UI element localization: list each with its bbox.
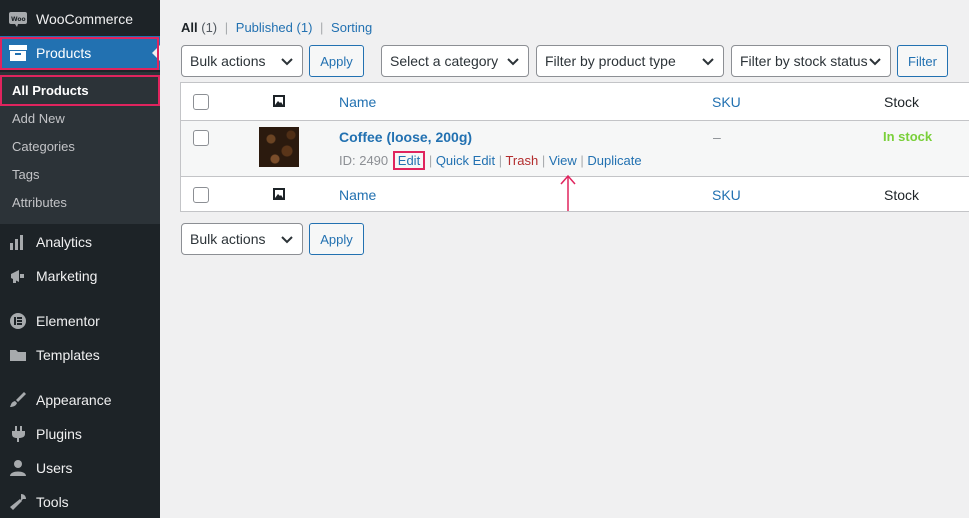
product-title-link[interactable]: Coffee (loose, 200g) — [339, 129, 472, 145]
stock-status-select[interactable]: Filter by stock status — [731, 45, 891, 77]
user-icon — [0, 459, 36, 477]
row-checkbox[interactable] — [193, 130, 209, 146]
view-sorting[interactable]: Sorting — [331, 20, 372, 35]
admin-sidebar: Woo WooCommerce Products All Products Ad… — [0, 0, 160, 518]
menu-woocommerce[interactable]: Woo WooCommerce — [0, 2, 160, 36]
product-id: ID: 2490 — [339, 153, 389, 168]
pointer-arrow-icon — [560, 174, 576, 211]
menu-appearance[interactable]: Appearance — [0, 383, 160, 417]
column-sku-sort[interactable]: SKU — [712, 94, 741, 110]
svg-text:Woo: Woo — [11, 16, 26, 23]
wrench-icon — [0, 493, 36, 511]
stock-status-badge: In stock — [883, 129, 933, 144]
table-header-row: Name SKU Stock — [181, 83, 969, 121]
elementor-icon — [0, 312, 36, 330]
category-select[interactable]: Select a category — [381, 45, 529, 77]
duplicate-link[interactable]: Duplicate — [587, 153, 641, 168]
product-thumbnail[interactable] — [259, 127, 299, 167]
separator: | — [224, 20, 229, 35]
chevron-down-icon — [702, 58, 714, 66]
row-actions: ID: 2490 Edit | Quick Edit | Trash | Vie… — [339, 151, 642, 170]
separator: | — [541, 153, 549, 168]
bulk-actions-select-bottom[interactable]: Bulk actions — [181, 223, 303, 255]
menu-marketing[interactable]: Marketing — [0, 259, 160, 293]
edit-link[interactable]: Edit — [392, 151, 426, 170]
submenu-attributes[interactable]: Attributes — [12, 195, 67, 210]
category-select-value: Select a category — [390, 53, 499, 69]
chevron-down-icon — [281, 236, 293, 244]
separator: | — [320, 20, 324, 35]
bulk-actions-select-top[interactable]: Bulk actions — [181, 45, 303, 77]
bar-chart-icon — [0, 234, 36, 250]
status-views: All (1) | Published (1) | Sorting — [181, 20, 372, 35]
main-content: All (1) | Published (1) | Sorting Bulk a… — [160, 0, 969, 518]
image-icon — [273, 188, 285, 200]
menu-elementor[interactable]: Elementor — [0, 304, 160, 338]
trash-link[interactable]: Trash — [505, 153, 538, 168]
menu-label: Elementor — [36, 313, 100, 329]
chevron-down-icon — [869, 58, 881, 66]
bulk-actions-value: Bulk actions — [190, 53, 266, 69]
column-sku-sort-footer[interactable]: SKU — [712, 187, 741, 203]
menu-label: Marketing — [36, 268, 98, 284]
apply-button-bottom[interactable]: Apply — [309, 223, 364, 255]
view-all[interactable]: All — [181, 20, 198, 35]
column-stock: Stock — [884, 94, 920, 110]
menu-templates[interactable]: Templates — [0, 338, 160, 372]
bulk-actions-value: Bulk actions — [190, 231, 266, 247]
product-type-select[interactable]: Filter by product type — [536, 45, 724, 77]
view-published-count[interactable]: (1) — [297, 20, 313, 35]
highlight-box-all-products — [0, 75, 160, 106]
column-name-sort[interactable]: Name — [339, 94, 376, 110]
select-all-checkbox-footer[interactable] — [193, 187, 209, 203]
menu-label: WooCommerce — [36, 11, 133, 27]
menu-analytics[interactable]: Analytics — [0, 225, 160, 259]
submenu-tags[interactable]: Tags — [12, 167, 39, 182]
column-name-sort-footer[interactable]: Name — [339, 187, 376, 203]
highlight-box-products — [0, 37, 159, 70]
view-all-count: (1) — [201, 20, 218, 35]
image-icon — [273, 95, 285, 107]
stock-status-select-value: Filter by stock status — [740, 53, 868, 69]
menu-label: Plugins — [36, 426, 82, 442]
view-link[interactable]: View — [549, 153, 577, 168]
megaphone-icon — [0, 268, 36, 284]
menu-label: Templates — [36, 347, 100, 363]
submenu-add-new[interactable]: Add New — [12, 111, 65, 126]
column-stock-footer: Stock — [884, 187, 920, 203]
menu-plugins[interactable]: Plugins — [0, 417, 160, 451]
paintbrush-icon — [0, 391, 36, 409]
product-sku: – — [713, 129, 721, 145]
chevron-down-icon — [281, 58, 293, 66]
select-all-checkbox[interactable] — [193, 94, 209, 110]
submenu-categories[interactable]: Categories — [12, 139, 75, 154]
menu-label: Tools — [36, 494, 69, 510]
quick-edit-link[interactable]: Quick Edit — [436, 153, 495, 168]
folder-icon — [0, 347, 36, 363]
woocommerce-icon: Woo — [0, 11, 36, 27]
plug-icon — [0, 425, 36, 443]
menu-label: Appearance — [36, 392, 112, 408]
apply-button-top[interactable]: Apply — [309, 45, 364, 77]
table-row: Coffee (loose, 200g) ID: 2490 Edit | Qui… — [181, 121, 969, 177]
chevron-down-icon — [507, 58, 519, 66]
menu-users[interactable]: Users — [0, 451, 160, 485]
separator: | — [428, 153, 436, 168]
menu-label: Users — [36, 460, 73, 476]
product-type-select-value: Filter by product type — [545, 53, 676, 69]
menu-label: Analytics — [36, 234, 93, 250]
view-published[interactable]: Published — [236, 20, 293, 35]
filter-button[interactable]: Filter — [897, 45, 948, 77]
menu-tools[interactable]: Tools — [0, 485, 160, 518]
